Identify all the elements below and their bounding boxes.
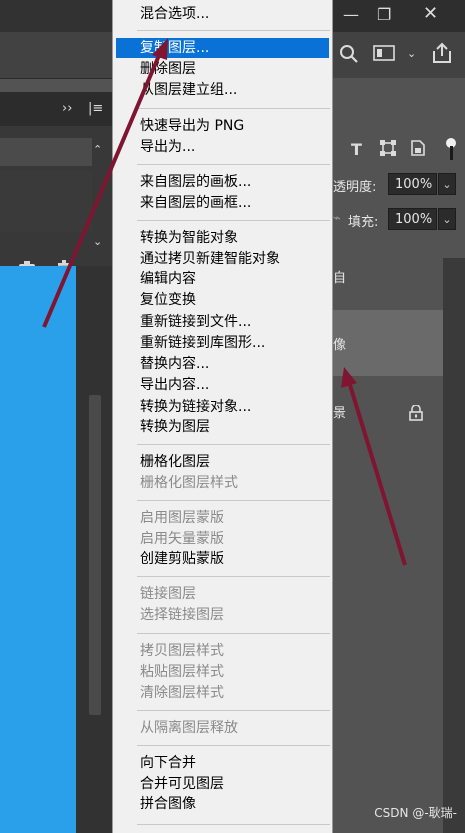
arrow-left bbox=[42, 52, 162, 328]
annotation-arrows bbox=[42, 38, 407, 566]
arrow-left-head bbox=[152, 38, 168, 60]
arrow-right-head bbox=[341, 367, 357, 388]
arrow-right bbox=[348, 384, 407, 566]
